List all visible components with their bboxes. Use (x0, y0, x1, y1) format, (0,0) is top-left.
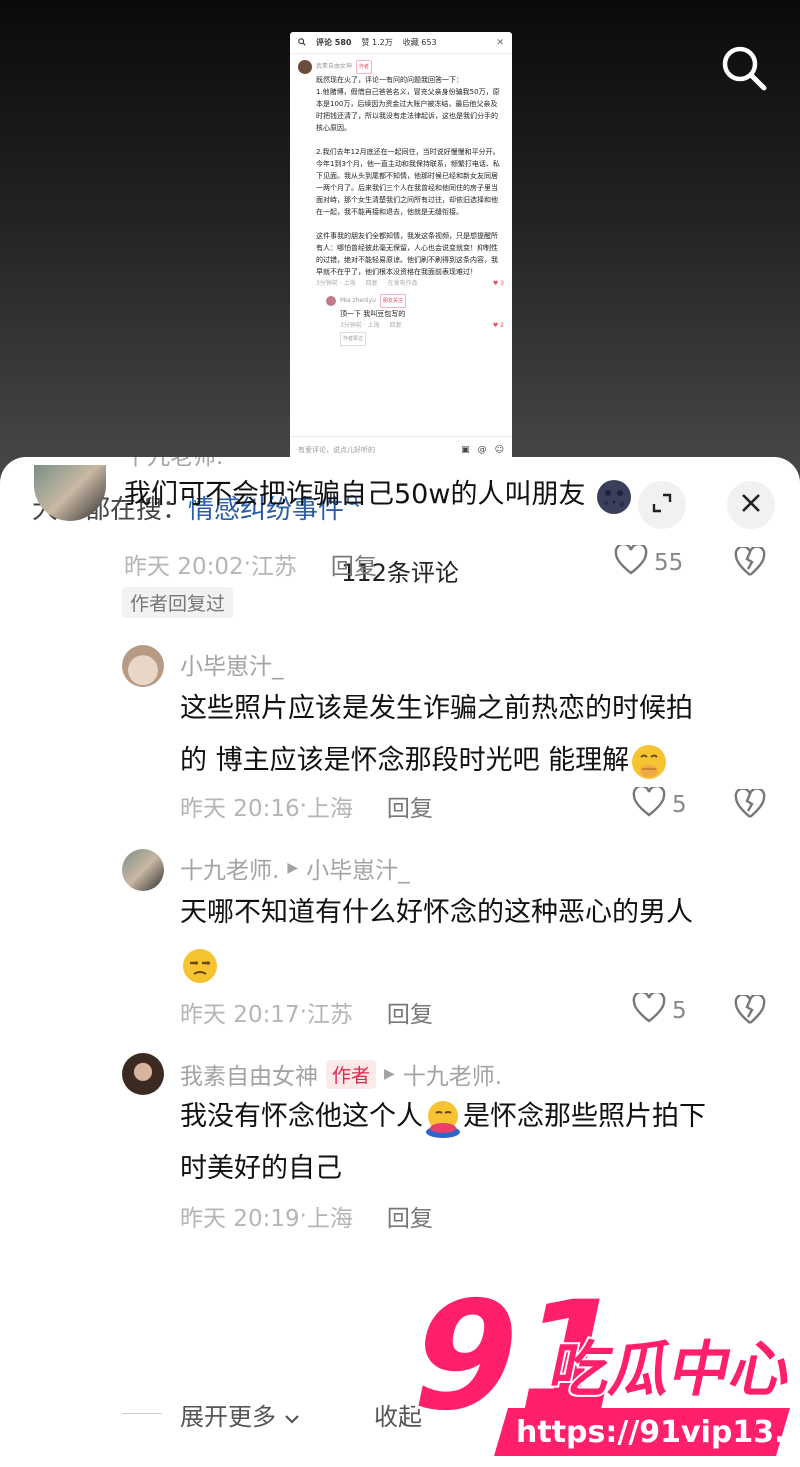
embedded-post-extra: 在发布作品 (387, 280, 418, 287)
reply-to-name[interactable]: 十九老师. (403, 1057, 502, 1091)
watermark-brand: 吃瓜中心 (544, 1336, 790, 1405)
comment-text: 天哪不知道有什么好怀念的这种恶心的男人 (180, 887, 780, 991)
divider (122, 1413, 162, 1414)
comment-author-name[interactable]: 我素自由女神 作者 ▶ 十九老师. (180, 1057, 502, 1091)
comment-meta: 昨天 20:19 · 上海 回复 (180, 1199, 433, 1233)
embedded-reply-text: 顶一下 我叫豆包写的 (340, 310, 406, 318)
embedded-tab-comments: 评论 580 (316, 38, 352, 47)
embedded-comment: 我素自由女神 作者 既然现在火了，评论一有问的问题我回答一下： 1.他赌博，假借… (290, 54, 512, 346)
comment-text-line: 时美好的自己 (180, 1153, 342, 1184)
embedded-author-tag: 作者 (356, 60, 373, 74)
embedded-post-reply: 回复 (365, 280, 378, 287)
embedded-tab-likes: 赞 1.2万 (361, 38, 393, 47)
comment-meta: 昨天 20:16 · 上海 回复 (180, 789, 433, 823)
video-area[interactable]: 评论 580 赞 1.2万 收藏 653 ✕ 我素自由女神 作者 既然现在火了，… (0, 0, 800, 490)
like-button[interactable]: 5 (632, 990, 687, 1029)
embedded-input-placeholder: 有爱评论，说点儿好听的 (298, 445, 375, 454)
comment-text-line: 这些照片应该是发生诈骗之前热恋的时候拍 (180, 693, 693, 724)
unamused-face-emoji-icon (180, 946, 220, 986)
heart-icon (614, 542, 648, 581)
author-tag: 作者 (326, 1059, 377, 1089)
comment-author-name[interactable]: 十九老师. ▶ 小毕崽汁_ (180, 851, 410, 885)
comment-text-line: 我没有怀念他这个人 是怀念那些照片拍下 (180, 1091, 780, 1143)
watermark-logo: 91 吃瓜中心 https://91vip13.com (392, 1266, 800, 1460)
embedded-reply-meta: 3分钟前 · 上海 回复 ♥ 2 (340, 322, 504, 329)
embedded-reply: Mia zhenlyu 朋友关注 顶一下 我叫豆包写的 3分钟前 · 上海 回复… (326, 294, 504, 346)
embedded-post-time: 3分钟前 · 上海 (316, 280, 356, 287)
embedded-post-meta: 3分钟前 · 上海 回复 在发布作品 ♥ 3 (316, 278, 504, 290)
reply-button[interactable]: 回复 (387, 789, 433, 823)
close-icon (740, 492, 762, 518)
search-icon[interactable] (716, 40, 772, 96)
comment-meta: 昨天 20:17 · 江苏 回复 (180, 995, 433, 1029)
like-button[interactable]: 55 (614, 542, 684, 581)
hugging-face-emoji-icon (423, 1098, 463, 1138)
comment-text-line: 天哪不知道有什么好怀念的这种恶心的男人 (180, 897, 693, 928)
comment-text-line: 的 博主应该是怀念那段时光吧 能理解 (180, 735, 693, 787)
reply-to-name[interactable]: 小毕崽汁_ (306, 851, 410, 885)
broken-heart-icon (734, 787, 766, 823)
embedded-author-name: 我素自由女神 (316, 63, 353, 70)
embedded-post-text: 既然现在火了，评论一有问的问题我回答一下： 1.他赌博，假借自己爸爸名义，冒充父… (316, 76, 500, 276)
author-replied-badge: 作者回复过 (122, 587, 234, 618)
avatar[interactable] (122, 645, 164, 687)
moon-face-emoji-icon (594, 476, 634, 516)
dislike-button[interactable] (734, 787, 766, 823)
dislike-button[interactable] (734, 545, 766, 581)
embedded-reply-tag: 朋友关注 (379, 294, 406, 308)
embedded-screenshot: 评论 580 赞 1.2万 收藏 653 ✕ 我素自由女神 作者 既然现在火了，… (290, 32, 512, 462)
comment-location: 江苏 (250, 554, 297, 580)
embedded-tab-bar: 评论 580 赞 1.2万 收藏 653 ✕ (290, 32, 512, 54)
dislike-button[interactable] (734, 993, 766, 1029)
broken-heart-icon (734, 545, 766, 581)
comment-text: 我没有怀念他这个人 是怀念那些照片拍下 时美好的自己 (180, 1091, 780, 1195)
close-button[interactable] (727, 481, 775, 529)
like-count: 55 (654, 550, 684, 576)
like-button[interactable]: 5 (632, 784, 687, 823)
expand-icon (650, 491, 674, 519)
comment-text-line (180, 939, 780, 991)
comment-time: 昨天 20:02 (124, 554, 244, 580)
reply-arrow-icon: ▶ (287, 860, 299, 876)
embedded-close-icon: ✕ (496, 37, 504, 48)
avatar[interactable] (122, 849, 164, 891)
expand-button[interactable] (638, 481, 686, 529)
embedded-input-icons: ▣ @ ☺ (461, 444, 504, 455)
like-count: 5 (672, 792, 687, 818)
comment-text: 我们可不会把诈骗自己50w的人叫朋友 (124, 469, 634, 521)
embedded-reply-badge: 作者赞过 (340, 332, 367, 346)
hand-over-mouth-emoji-icon (629, 742, 669, 782)
embedded-reply-name: Mia zhenlyu (340, 297, 376, 304)
heart-icon (632, 784, 666, 823)
like-count: 5 (672, 998, 687, 1024)
chevron-down-icon (284, 1403, 300, 1431)
comment-meta: 昨天 20:02 · 江苏 回复 (124, 547, 377, 581)
embedded-tab-favorites: 收藏 653 (402, 38, 437, 47)
expand-more-button[interactable]: 展开更多 (180, 1397, 300, 1432)
comment-author-name[interactable]: 小毕崽汁_ (180, 647, 284, 681)
heart-icon (632, 990, 666, 1029)
embedded-reply-avatar (326, 296, 336, 306)
embedded-search-icon (298, 37, 306, 48)
watermark-url: https://91vip13.com (516, 1415, 790, 1450)
reply-button[interactable]: 回复 (387, 995, 433, 1029)
avatar[interactable] (122, 1053, 164, 1095)
reply-button[interactable]: 回复 (331, 547, 377, 581)
broken-heart-icon (734, 993, 766, 1029)
comment-text: 这些照片应该是发生诈骗之前热恋的时候拍 的 博主应该是怀念那段时光吧 能理解 (180, 683, 693, 787)
reply-button[interactable]: 回复 (387, 1199, 433, 1233)
embedded-post-likes: ♥ 3 (492, 280, 504, 287)
reply-arrow-icon: ▶ (384, 1066, 395, 1082)
embedded-avatar (298, 60, 312, 74)
